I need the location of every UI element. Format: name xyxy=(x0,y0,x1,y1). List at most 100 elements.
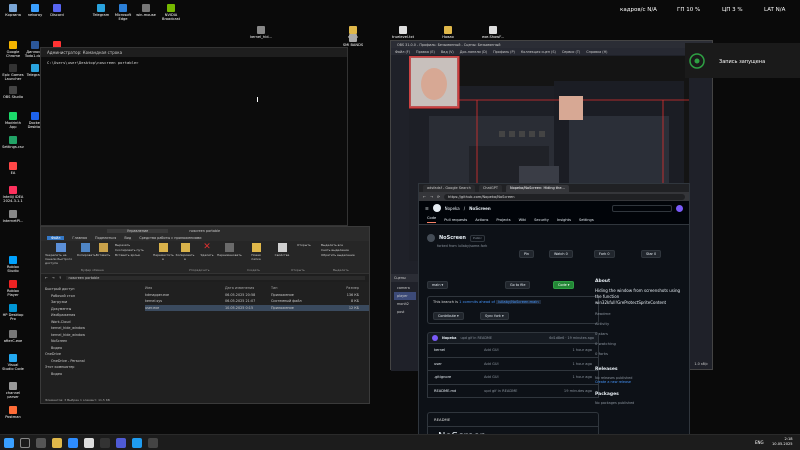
desktop-icon[interactable]: EA xyxy=(2,162,24,175)
pin-button[interactable]: Закрепить на панели быстрого доступа xyxy=(45,243,77,265)
file-row[interactable]: user.exe 10.05.2025 0:15 Приложение 12 КБ xyxy=(145,304,369,311)
repo-file-row[interactable]: .gitignore Add GUI 1 hour ago xyxy=(427,371,599,385)
url-field[interactable]: https://github.com/Nopeka/NoScreen xyxy=(444,193,685,200)
commit-message[interactable]: upd gif in README xyxy=(460,336,545,340)
browser-tab[interactable]: ChatGPT xyxy=(478,184,502,192)
move-to-button[interactable]: Переместить в xyxy=(153,243,174,261)
ribbon-tab[interactable]: Файл xyxy=(47,235,65,240)
about-link[interactable]: 0 stars xyxy=(595,331,687,341)
browser-tab[interactable]: adsfadsf - Google Search xyxy=(423,184,475,192)
address-bar[interactable]: noscreen portable xyxy=(65,276,365,280)
desktop-icon[interactable]: OBS Studio xyxy=(2,86,24,99)
repo-file-row[interactable]: user Add GUI 1 hour ago xyxy=(427,357,599,371)
ahead-link[interactable]: 1 commits ahead of xyxy=(459,300,495,304)
repo-file-commit[interactable]: upd gif in README xyxy=(484,389,564,393)
repo-nav-item[interactable]: Wiki xyxy=(519,218,527,222)
open-button[interactable]: Открыть xyxy=(297,243,319,248)
create-release-link[interactable]: Create a new release xyxy=(595,380,687,384)
chrome-icon[interactable] xyxy=(84,438,94,448)
desktop-icon[interactable]: Postman xyxy=(2,406,24,419)
ribbon-tab[interactable]: Поделиться xyxy=(95,236,116,240)
repo-nav-item[interactable]: Pull requests xyxy=(444,218,467,222)
nav-item[interactable]: Видео xyxy=(45,372,137,379)
repo-nav-item[interactable]: Projects xyxy=(496,218,510,222)
desktop-icon[interactable]: SMI BANDS xyxy=(342,34,364,47)
cmd-window[interactable]: Администратор: Командная строка C:\Users… xyxy=(40,47,348,226)
vscode-icon[interactable] xyxy=(132,438,142,448)
about-link[interactable]: Readme xyxy=(595,311,687,321)
scene-item[interactable]: monit2 xyxy=(394,300,416,308)
rename-button[interactable]: Переименовать xyxy=(217,243,242,257)
scene-item[interactable]: post xyxy=(394,308,416,316)
desktop-icon[interactable]: truelevel.txt xyxy=(392,26,414,39)
desktop-icon[interactable]: IntelliJ IDEA 2024.3.1.1 xyxy=(2,186,24,203)
forward-icon[interactable]: → xyxy=(52,276,55,280)
back-icon[interactable]: ← xyxy=(423,195,426,199)
clock[interactable]: 2:18 10.05.2025 xyxy=(772,437,793,446)
repo-nav-item[interactable]: Code xyxy=(427,216,437,223)
code-button[interactable]: Code ▾ xyxy=(553,281,575,289)
repo-nav-item[interactable]: Actions xyxy=(475,218,488,222)
repo-nav-item[interactable]: Settings xyxy=(579,218,594,222)
manage-tab[interactable]: Управление xyxy=(107,228,169,233)
pin-button[interactable]: Pin xyxy=(519,250,535,258)
search-box[interactable] xyxy=(612,204,672,212)
obs-menu-item[interactable]: Док-панели (D) xyxy=(460,50,487,54)
repo-file-name[interactable]: .gitignore xyxy=(434,375,484,379)
desktop-icon[interactable]: Корзина xyxy=(2,4,24,17)
desktop-icon[interactable]: kernel_hid... xyxy=(250,26,272,39)
desktop-icon[interactable]: channel parser xyxy=(2,382,24,399)
commit-user[interactable]: Nopeka xyxy=(442,336,456,340)
desktop-icon[interactable]: Settings.csv xyxy=(2,136,24,149)
desktop-icon[interactable]: Epic Games Launcher xyxy=(2,64,24,81)
desktop-icon[interactable]: HP Desktop Pro xyxy=(2,304,24,321)
scene-item[interactable]: player xyxy=(394,292,416,300)
desktop-icon[interactable]: InternetPl... xyxy=(2,210,24,223)
delete-button[interactable]: ✕ Удалить xyxy=(199,243,215,258)
desktop-icon[interactable]: Telegram xyxy=(90,4,112,17)
desktop-icon[interactable]: afterC.exe xyxy=(2,330,24,343)
obs-menu-item[interactable]: Справка (H) xyxy=(586,50,607,54)
column-date[interactable]: Дата изменения xyxy=(225,286,271,290)
watch-button[interactable]: Watch 0 xyxy=(549,250,573,258)
repo-owner[interactable]: Nopeka xyxy=(445,206,460,211)
repo-title[interactable]: NoScreen xyxy=(469,206,491,211)
packages-heading[interactable]: Packages xyxy=(595,392,687,397)
obs-menu-item[interactable]: Вид (V) xyxy=(441,50,454,54)
repo-file-row[interactable]: kernel Add GUI 1 hour ago xyxy=(427,344,599,358)
column-name[interactable]: Имя xyxy=(145,286,225,290)
about-link[interactable]: 0 watching xyxy=(595,341,687,351)
sync-fork-button[interactable]: Sync fork ▾ xyxy=(480,312,509,320)
desktop-icon[interactable]: Visual Studio Code xyxy=(2,354,24,371)
about-link[interactable]: Activity xyxy=(595,321,687,331)
desktop-icon[interactable]: Google Chrome xyxy=(2,41,24,58)
discord-icon[interactable] xyxy=(116,438,126,448)
properties-button[interactable]: Свойства xyxy=(273,243,291,257)
back-icon[interactable]: ← xyxy=(45,276,48,280)
column-size[interactable]: Размер xyxy=(325,286,359,290)
explorer-icon[interactable] xyxy=(52,438,62,448)
github-logo-icon[interactable] xyxy=(432,204,441,212)
repo-file-name[interactable]: kernel xyxy=(434,348,484,352)
up-icon[interactable]: ↑ xyxy=(59,276,62,280)
repo-file-commit[interactable]: Add GUI xyxy=(484,348,573,352)
start-icon[interactable] xyxy=(4,438,14,448)
obs-icon[interactable] xyxy=(148,438,158,448)
column-type[interactable]: Тип xyxy=(271,286,325,290)
browser-tab[interactable]: Nopeka/NoScreen: Hiding the... xyxy=(505,184,569,192)
obs-menu-item[interactable]: Правка (E) xyxy=(416,50,435,54)
copy-to-button[interactable]: Копировать в xyxy=(175,243,195,261)
search-icon[interactable] xyxy=(20,438,30,448)
ribbon-tab[interactable]: Вид xyxy=(124,236,131,240)
repo-file-commit[interactable]: Add GUI xyxy=(484,375,573,379)
desktop-icon[interactable]: nekoray xyxy=(24,4,46,17)
desktop-icon[interactable]: Roblox Studio xyxy=(2,256,24,273)
branch-select[interactable]: main ▾ xyxy=(427,281,449,289)
desktop-icon[interactable]: Microsoft Edge xyxy=(112,4,134,21)
terminal-icon[interactable] xyxy=(100,438,110,448)
desktop-icon[interactable]: Roblox Player xyxy=(2,280,24,297)
avatar[interactable] xyxy=(676,204,683,212)
repo-nav-item[interactable]: Security xyxy=(534,218,549,222)
scene-item[interactable]: camera xyxy=(394,284,416,292)
desktop-icon[interactable]: NVIDIA Broadcast xyxy=(160,4,182,21)
